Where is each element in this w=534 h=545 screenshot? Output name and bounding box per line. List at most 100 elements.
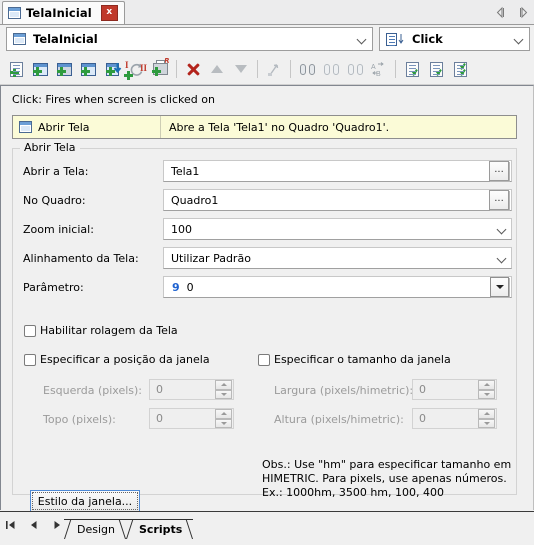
estilo-da-janela-button[interactable]: Estilo da janela... bbox=[30, 490, 140, 512]
action-name-cell: Abrir Tela bbox=[13, 116, 161, 138]
spinner-buttons[interactable] bbox=[215, 409, 232, 428]
screen-selector-combobox[interactable]: TelaInicial bbox=[6, 27, 373, 51]
abrir-a-tela-browse-button[interactable]: ... bbox=[489, 161, 509, 181]
nav-next-icon[interactable] bbox=[52, 520, 62, 530]
chevron-down-icon[interactable] bbox=[509, 28, 529, 50]
chevron-down-icon[interactable] bbox=[494, 219, 511, 239]
checkbox-habilitar-rolagem[interactable]: Habilitar rolagem da Tela bbox=[24, 324, 178, 337]
new-window-script-button[interactable] bbox=[76, 57, 100, 81]
action-description: Abre a Tela 'Tela1' no Quadro 'Quadro1'. bbox=[169, 120, 390, 134]
spinner-buttons[interactable] bbox=[478, 409, 495, 428]
tab-design[interactable]: Design bbox=[64, 519, 126, 538]
new-image-script-button[interactable] bbox=[52, 57, 76, 81]
esquerda-spinner[interactable]: 0 bbox=[149, 379, 234, 400]
screen-window-icon bbox=[8, 7, 21, 19]
obs-line-2: HIMETRIC. Para pixels, use apenas número… bbox=[262, 472, 507, 485]
checkbox-box[interactable] bbox=[24, 324, 36, 337]
obs-note: Obs.: Use "hm" para especificar tamanho … bbox=[262, 458, 522, 500]
abrir-a-tela-field[interactable]: Tela1 ... bbox=[163, 160, 512, 182]
import-script-button[interactable] bbox=[100, 57, 124, 81]
delete-x-button[interactable] bbox=[181, 57, 205, 81]
obs-line-3: Ex.: 1000hm, 3500 hm, 100, 400 bbox=[262, 486, 444, 499]
topo-spinner[interactable]: 0 bbox=[149, 408, 234, 429]
checkbox-box[interactable] bbox=[258, 353, 270, 366]
toolbar-separator bbox=[290, 60, 291, 78]
find-next-button[interactable] bbox=[343, 57, 367, 81]
spinner-up-icon[interactable] bbox=[478, 409, 495, 419]
screen-selector-value: TelaInicial bbox=[33, 32, 98, 46]
validate-all-button[interactable] bbox=[424, 57, 448, 81]
action-properties-group-title: Abrir Tela bbox=[20, 141, 80, 154]
event-selector-combobox[interactable]: Click bbox=[379, 27, 530, 51]
no-quadro-browse-button[interactable]: ... bbox=[489, 190, 509, 210]
largura-spinner[interactable]: 0 bbox=[412, 379, 497, 400]
refresh-script-button[interactable]: I II bbox=[124, 57, 148, 81]
alinhamento-da-tela-value: Utilizar Padrão bbox=[171, 251, 251, 265]
new-screen-script-button[interactable] bbox=[28, 57, 52, 81]
estilo-da-janela-label: Estilo da janela... bbox=[37, 494, 133, 508]
tab-nav-prev-icon[interactable] bbox=[494, 6, 507, 19]
spinner-up-icon[interactable] bbox=[478, 380, 495, 390]
spinner-up-icon[interactable] bbox=[215, 409, 232, 419]
parametro-value: 0 bbox=[186, 280, 194, 294]
document-tab-telainicial[interactable]: TelaInicial x bbox=[2, 1, 125, 24]
tab-nav-next-icon[interactable] bbox=[517, 6, 530, 19]
altura-value: 0 bbox=[419, 412, 426, 425]
validate-script-button[interactable] bbox=[400, 57, 424, 81]
tab-scripts[interactable]: Scripts bbox=[125, 519, 194, 538]
move-up-button[interactable] bbox=[205, 57, 229, 81]
script-content-panel: Click: Fires when screen is clicked on A… bbox=[0, 85, 534, 512]
alinhamento-da-tela-combobox[interactable]: Utilizar Padrão bbox=[163, 247, 512, 269]
action-list[interactable]: Abrir Tela Abre a Tela 'Tela1' no Quadro… bbox=[12, 115, 517, 139]
checkbox-label: Habilitar rolagem da Tela bbox=[40, 324, 178, 337]
spinner-up-icon[interactable] bbox=[215, 380, 232, 390]
parametro-field[interactable]: 9 0 bbox=[163, 276, 512, 298]
branch-button[interactable] bbox=[262, 57, 286, 81]
nav-prev-icon[interactable] bbox=[29, 520, 39, 530]
sheet-tabs: Design Scripts bbox=[64, 517, 194, 538]
label-topo: Topo (pixels): bbox=[43, 413, 116, 426]
chevron-down-icon[interactable] bbox=[494, 248, 511, 268]
spinner-down-icon[interactable] bbox=[215, 389, 232, 399]
find-button[interactable] bbox=[295, 57, 319, 81]
tab-scripts-label: Scripts bbox=[138, 522, 183, 536]
close-icon[interactable]: x bbox=[100, 5, 118, 21]
no-quadro-field[interactable]: Quadro1 ... bbox=[163, 189, 512, 211]
spinner-down-icon[interactable] bbox=[478, 418, 495, 428]
chevron-down-icon[interactable] bbox=[352, 28, 372, 50]
label-esquerda: Esquerda (pixels): bbox=[43, 384, 143, 397]
replace-ab-button[interactable]: AB bbox=[367, 57, 391, 81]
spinner-down-icon[interactable] bbox=[215, 418, 232, 428]
abrir-a-tela-value: Tela1 bbox=[171, 164, 200, 178]
checkbox-especificar-tamanho[interactable]: Especificar o tamanho da janela bbox=[258, 353, 451, 366]
event-selector-value: Click bbox=[412, 32, 443, 46]
zoom-inicial-value: 100 bbox=[171, 222, 192, 236]
print-script-button[interactable]: R bbox=[148, 57, 172, 81]
move-down-button[interactable] bbox=[229, 57, 253, 81]
spinner-buttons[interactable] bbox=[215, 380, 232, 399]
spinner-buttons[interactable] bbox=[478, 380, 495, 399]
spinner-down-icon[interactable] bbox=[478, 389, 495, 399]
altura-spinner[interactable]: 0 bbox=[412, 408, 497, 429]
label-alinhamento-da-tela: Alinhamento da Tela: bbox=[23, 252, 139, 265]
table-row[interactable]: Abrir Tela Abre a Tela 'Tela1' no Quadro… bbox=[13, 116, 516, 138]
find-previous-button[interactable] bbox=[319, 57, 343, 81]
zoom-inicial-combobox[interactable]: 100 bbox=[163, 218, 512, 240]
label-altura: Altura (pixels/himetric): bbox=[274, 413, 404, 426]
screen-window-icon bbox=[19, 121, 32, 133]
esquerda-value: 0 bbox=[156, 383, 163, 396]
validate-project-button[interactable] bbox=[448, 57, 472, 81]
toolbar-separator bbox=[257, 60, 258, 78]
selector-row: TelaInicial Click bbox=[0, 25, 534, 53]
nav-first-icon[interactable] bbox=[6, 520, 16, 530]
new-script-button[interactable] bbox=[4, 57, 28, 81]
svg-text:B: B bbox=[376, 71, 381, 77]
checkbox-box[interactable] bbox=[24, 353, 36, 366]
toolbar-separator bbox=[395, 60, 396, 78]
action-name: Abrir Tela bbox=[38, 120, 90, 134]
svg-text:A: A bbox=[371, 64, 376, 71]
tab-design-label: Design bbox=[77, 522, 115, 536]
topo-value: 0 bbox=[156, 412, 163, 425]
parametro-dropdown-button[interactable] bbox=[490, 277, 509, 297]
checkbox-especificar-posicao[interactable]: Especificar a posição da janela bbox=[24, 353, 210, 366]
